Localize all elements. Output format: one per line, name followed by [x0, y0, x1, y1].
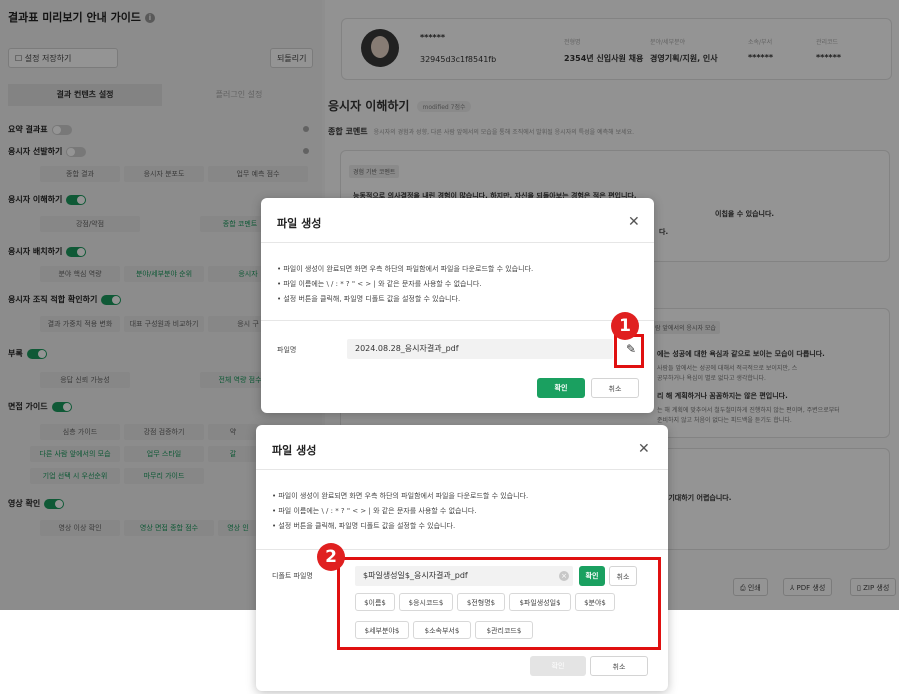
confirm-button[interactable]: 확인 — [530, 656, 586, 676]
dialog-title: 파일 생성 — [277, 217, 322, 230]
divider — [261, 320, 654, 321]
file-name-label: 파일명 — [277, 346, 297, 354]
notice-text: • 파일이 생성이 완료되면 화면 우측 하단의 파일함에서 파일을 다운로드할… — [272, 492, 529, 500]
close-icon[interactable]: ✕ — [638, 442, 650, 456]
notice-text: • 파일 이름에는 \ / : * ? " < > | 와 같은 문자를 사용할… — [272, 507, 477, 515]
divider — [256, 469, 668, 470]
notice-text: • 파일 이름에는 \ / : * ? " < > | 와 같은 문자를 사용할… — [277, 280, 482, 288]
close-icon[interactable]: ✕ — [628, 215, 640, 229]
notice-text: • 설정 버튼을 클릭해, 파일명 디폴트 값을 설정할 수 있습니다. — [277, 295, 461, 303]
step-marker-2: 2 — [317, 543, 345, 571]
divider — [261, 242, 654, 243]
file-name-field[interactable]: 2024.08.28_응시자결과_pdf — [347, 339, 613, 359]
cancel-button[interactable]: 취소 — [591, 378, 639, 398]
step-marker-1: 1 — [611, 312, 639, 340]
file-create-dialog: 파일 생성 ✕ • 파일이 생성이 완료되면 화면 우측 하단의 파일함에서 파… — [261, 198, 654, 413]
highlight-box-2 — [337, 557, 661, 650]
default-file-name-label: 디폴트 파일명 — [272, 572, 313, 580]
notice-text: • 파일이 생성이 완료되면 화면 우측 하단의 파일함에서 파일을 다운로드할… — [277, 265, 534, 273]
confirm-button[interactable]: 확인 — [537, 378, 585, 398]
notice-text: • 설정 버튼을 클릭해, 파일명 디폴트 값을 설정할 수 있습니다. — [272, 522, 456, 530]
dialog-title: 파일 생성 — [272, 444, 317, 457]
cancel-button[interactable]: 취소 — [590, 656, 648, 676]
